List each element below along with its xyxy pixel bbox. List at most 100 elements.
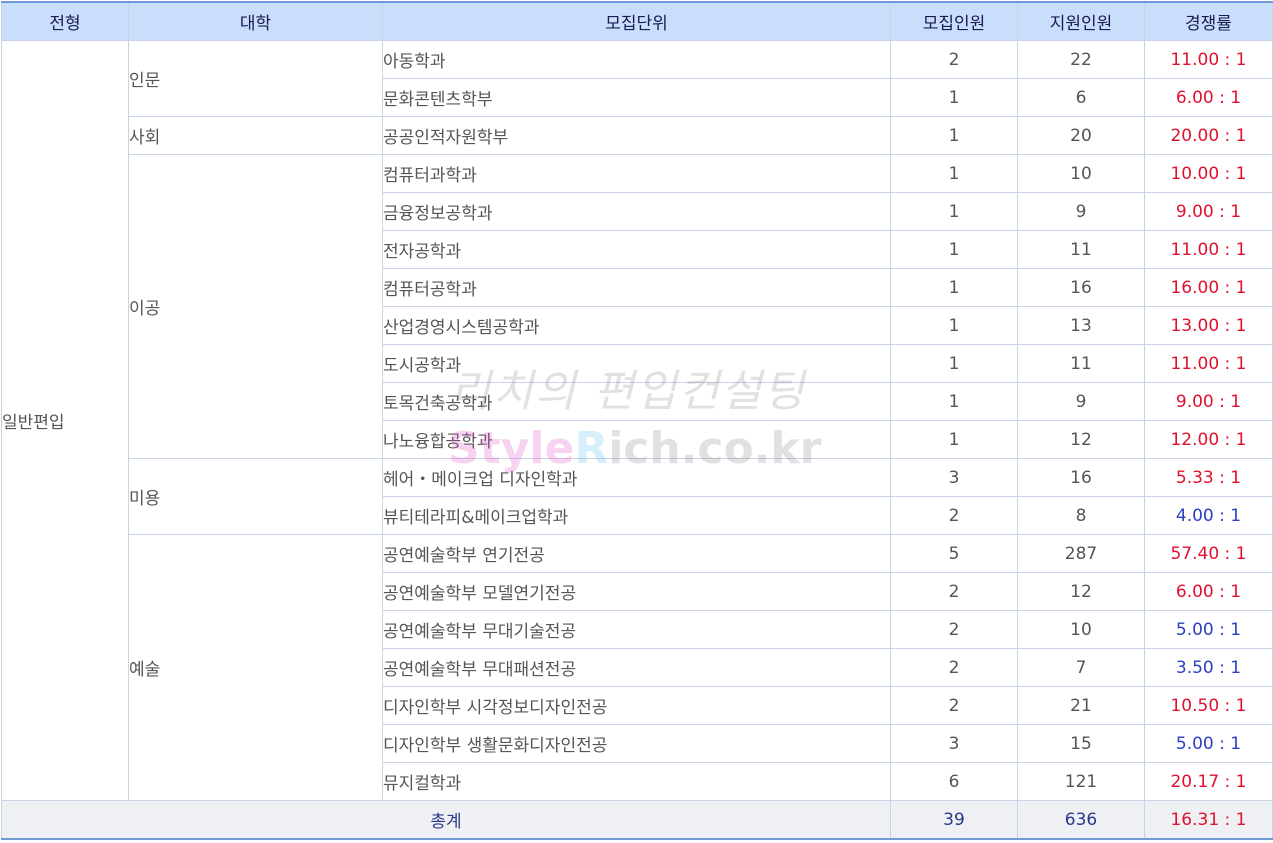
unit-cell: 아동학과 [382, 40, 891, 79]
applicants-cell: 15 [1017, 724, 1145, 763]
ratio-cell: 11.00 : 1 [1144, 344, 1273, 383]
table-row: 미용 헤어・메이크업 디자인학과 3 16 5.33 : 1 [2, 458, 1273, 535]
unit-cell: 디자인학부 시각정보디자인전공 [382, 686, 891, 725]
unit-cell: 뮤지컬학과 [382, 762, 891, 801]
quota-cell: 1 [890, 78, 1018, 117]
ratio-cell: 12.00 : 1 [1144, 420, 1273, 459]
table-body: 일반편입 인문 아동학과 2 22 11.00 : 1 문화콘텐츠학부 1 6 6.00 : 1사… [1, 40, 1273, 840]
ratio-cell: 5.00 : 1 [1144, 724, 1273, 763]
table-row: 일반편입 인문 아동학과 2 22 11.00 : 1 [1, 40, 1273, 801]
unit-cell: 공연예술학부 모델연기전공 [382, 572, 891, 611]
ratio-cell: 9.00 : 1 [1144, 192, 1273, 231]
quota-cell: 2 [890, 648, 1018, 687]
ratio-cell: 11.00 : 1 [1144, 40, 1273, 79]
applicants-cell: 121 [1017, 762, 1145, 801]
applicants-cell: 16 [1017, 268, 1145, 307]
applicants-cell: 7 [1017, 648, 1145, 687]
table-row: 이공 컴퓨터과학과 1 10 10.00 : 1 [2, 154, 1273, 459]
quota-cell: 1 [890, 116, 1018, 155]
unit-cell: 문화콘텐츠학부 [382, 78, 891, 117]
unit-cell: 공연예술학부 무대기술전공 [382, 610, 891, 649]
quota-cell: 1 [890, 306, 1018, 345]
quota-cell: 1 [890, 382, 1018, 421]
ratio-cell: 4.00 : 1 [1144, 496, 1273, 535]
ratio-cell: 20.00 : 1 [1144, 116, 1273, 155]
applicants-cell: 13 [1017, 306, 1145, 345]
applicants-cell: 8 [1017, 496, 1145, 535]
college-cell: 예술 [128, 534, 383, 801]
applicants-cell: 287 [1017, 534, 1145, 573]
header-quota: 모집인원 [890, 1, 1018, 41]
ratio-cell: 57.40 : 1 [1144, 534, 1273, 573]
applicants-cell: 6 [1017, 78, 1145, 117]
quota-cell: 2 [890, 572, 1018, 611]
quota-cell: 1 [890, 420, 1018, 459]
quota-cell: 2 [890, 686, 1018, 725]
unit-cell: 토목건축공학과 [382, 382, 891, 421]
unit-cell: 공연예술학부 무대패션전공 [382, 648, 891, 687]
applicants-cell: 11 [1017, 344, 1145, 383]
quota-cell: 6 [890, 762, 1018, 801]
header-applicants: 지원인원 [1017, 1, 1145, 41]
ratio-cell: 20.17 : 1 [1144, 762, 1273, 801]
unit-cell: 금융정보공학과 [382, 192, 891, 231]
total-quota: 39 [890, 800, 1018, 840]
quota-cell: 2 [890, 496, 1018, 535]
table-row: 예술 공연예술학부 연기전공 5 287 57.40 : 1 [2, 534, 1273, 801]
college-cell: 사회 [128, 116, 383, 155]
header-college: 대학 [128, 1, 383, 41]
ratio-cell: 10.50 : 1 [1144, 686, 1273, 725]
ratio-cell: 6.00 : 1 [1144, 78, 1273, 117]
applicants-cell: 20 [1017, 116, 1145, 155]
unit-cell: 공연예술학부 연기전공 [382, 534, 891, 573]
unit-cell: 도시공학과 [382, 344, 891, 383]
category-cell: 일반편입 [1, 40, 129, 801]
unit-cell: 산업경영시스템공학과 [382, 306, 891, 345]
applicants-cell: 16 [1017, 458, 1145, 497]
total-row: 총계 39 636 16.31 : 1 [1, 800, 1273, 840]
applicants-cell: 22 [1017, 40, 1145, 79]
quota-cell: 1 [890, 344, 1018, 383]
unit-cell: 뷰티테라피&메이크업학과 [382, 496, 891, 535]
total-ratio: 16.31 : 1 [1144, 800, 1273, 840]
ratio-cell: 9.00 : 1 [1144, 382, 1273, 421]
ratio-cell: 13.00 : 1 [1144, 306, 1273, 345]
applicants-cell: 11 [1017, 230, 1145, 269]
ratio-cell: 3.50 : 1 [1144, 648, 1273, 687]
quota-cell: 1 [890, 192, 1018, 231]
unit-cell: 나노융합공학과 [382, 420, 891, 459]
unit-cell: 컴퓨터과학과 [382, 154, 891, 193]
ratio-cell: 16.00 : 1 [1144, 268, 1273, 307]
ratio-cell: 6.00 : 1 [1144, 572, 1273, 611]
quota-cell: 1 [890, 230, 1018, 269]
applicants-cell: 21 [1017, 686, 1145, 725]
ratio-cell: 10.00 : 1 [1144, 154, 1273, 193]
quota-cell: 2 [890, 40, 1018, 79]
applicants-cell: 12 [1017, 572, 1145, 611]
table-header-row: 전형 대학 모집단위 모집인원 지원인원 경쟁률 [1, 1, 1273, 41]
ratio-cell: 5.00 : 1 [1144, 610, 1273, 649]
applicants-cell: 10 [1017, 610, 1145, 649]
header-category: 전형 [1, 1, 129, 41]
unit-cell: 공공인적자원학부 [382, 116, 891, 155]
unit-cell: 디자인학부 생활문화디자인전공 [382, 724, 891, 763]
quota-cell: 3 [890, 724, 1018, 763]
applicants-cell: 12 [1017, 420, 1145, 459]
quota-cell: 1 [890, 268, 1018, 307]
unit-cell: 컴퓨터공학과 [382, 268, 891, 307]
unit-cell: 전자공학과 [382, 230, 891, 269]
college-cell: 미용 [128, 458, 383, 535]
header-unit: 모집단위 [382, 1, 891, 41]
total-label: 총계 [1, 800, 891, 840]
quota-cell: 5 [890, 534, 1018, 573]
unit-cell: 헤어・메이크업 디자인학과 [382, 458, 891, 497]
college-cell: 인문 [128, 40, 383, 117]
applicants-cell: 9 [1017, 382, 1145, 421]
table-row: 사회 공공인적자원학부 1 20 20.00 : 1 [2, 116, 1273, 155]
ratio-cell: 5.33 : 1 [1144, 458, 1273, 497]
quota-cell: 1 [890, 154, 1018, 193]
quota-cell: 2 [890, 610, 1018, 649]
applicants-cell: 9 [1017, 192, 1145, 231]
ratio-cell: 11.00 : 1 [1144, 230, 1273, 269]
total-applicants: 636 [1017, 800, 1145, 840]
